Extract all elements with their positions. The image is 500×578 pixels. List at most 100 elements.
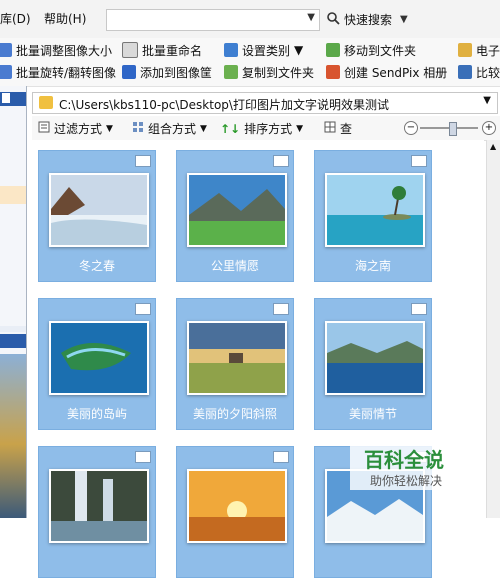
move-to-folder-button[interactable]: 移动到文件夹 bbox=[326, 41, 416, 59]
pin-icon[interactable] bbox=[2, 93, 10, 103]
sendpix-icon bbox=[326, 65, 340, 79]
scroll-up-icon[interactable]: ▲ bbox=[490, 142, 496, 151]
set-category-button[interactable]: 设置类别 ▼ bbox=[224, 41, 303, 59]
zoom-slider-thumb[interactable] bbox=[448, 122, 457, 136]
left-panel bbox=[0, 86, 27, 518]
move-to-folder-label: 移动到文件夹 bbox=[344, 43, 417, 58]
thumbnail-caption: 冬之春 bbox=[78, 259, 115, 273]
image-type-icon bbox=[135, 451, 151, 463]
thumbnail-caption: 美丽的夕阳斜照 bbox=[192, 407, 277, 421]
batch-rename-button[interactable]: 批量重命名 bbox=[122, 41, 202, 59]
menu-help[interactable]: 帮助(H) bbox=[44, 10, 86, 27]
watermark-subtitle: 助你轻松解决 bbox=[370, 474, 443, 488]
filter-icon bbox=[38, 121, 50, 136]
sort-button[interactable]: ↑↓ 排序方式 ▼ bbox=[220, 120, 303, 137]
resize-icon bbox=[0, 43, 12, 57]
image-type-icon bbox=[273, 155, 289, 167]
view-toolbar: 过滤方式 ▼ 组合方式 ▼ ↑↓ 排序方式 ▼ 查 − + bbox=[32, 116, 500, 141]
rotate-flip-button[interactable]: 批量旋转/翻转图像 bbox=[0, 63, 116, 81]
sort-icon: ↑↓ bbox=[220, 121, 241, 136]
view-button[interactable]: 查 bbox=[324, 120, 352, 137]
chevron-down-icon: ▼ bbox=[294, 43, 304, 57]
basket-icon bbox=[122, 65, 136, 79]
thumbnail-tile[interactable]: 美丽的夕阳斜照 bbox=[176, 298, 294, 430]
view-icon bbox=[324, 121, 336, 136]
rename-icon bbox=[122, 42, 138, 58]
resize-images-button[interactable]: 批量调整图像大小 bbox=[0, 41, 112, 59]
resize-images-label: 批量调整图像大小 bbox=[16, 43, 113, 58]
rotate-icon bbox=[0, 65, 12, 79]
image-type-icon bbox=[135, 303, 151, 315]
thumbnail-image bbox=[49, 321, 149, 395]
chevron-down-icon: ▼ bbox=[200, 123, 207, 134]
path-bar[interactable]: C:\Users\kbs110-pc\Desktop\打印图片加文字说明效果测试… bbox=[32, 92, 498, 114]
thumbnail-image bbox=[325, 321, 425, 395]
chevron-down-icon[interactable]: ▼ bbox=[483, 95, 491, 106]
create-album-label: 创建 SendPix 相册 bbox=[344, 65, 448, 80]
thumbnail-image bbox=[187, 321, 287, 395]
thumbnail-image bbox=[187, 469, 287, 543]
thumbnail-image bbox=[325, 173, 425, 247]
move-icon bbox=[326, 43, 340, 57]
quick-search-button[interactable]: 快速搜索 ▼ bbox=[326, 9, 408, 29]
image-type-icon bbox=[411, 303, 427, 315]
preview-panel bbox=[0, 332, 26, 518]
image-type-icon bbox=[135, 155, 151, 167]
ebook-button[interactable]: 电子 bbox=[458, 41, 500, 59]
thumbnail-tile[interactable]: 美丽的岛屿 bbox=[38, 298, 156, 430]
zoom-in-icon[interactable]: + bbox=[482, 121, 496, 135]
thumbnail-tile[interactable]: 美丽情节 bbox=[314, 298, 432, 430]
copy-to-folder-label: 复制到文件夹 bbox=[242, 65, 315, 80]
quick-search-label: 快速搜索 bbox=[344, 12, 393, 27]
search-icon bbox=[326, 11, 340, 28]
create-album-button[interactable]: 创建 SendPix 相册 bbox=[326, 63, 447, 81]
chevron-down-icon: ▼ bbox=[296, 123, 304, 134]
thumbnail-tile[interactable] bbox=[176, 446, 294, 578]
thumbnail-image bbox=[49, 173, 149, 247]
filter-button[interactable]: 过滤方式 ▼ bbox=[38, 120, 113, 137]
selected-folder-highlight[interactable] bbox=[0, 186, 26, 204]
compare-button[interactable]: 比较 bbox=[458, 63, 500, 81]
group-button[interactable]: 组合方式 ▼ bbox=[132, 120, 207, 137]
menu-library[interactable]: 库(D) bbox=[0, 10, 31, 27]
add-to-basket-button[interactable]: 添加到图像筐 bbox=[122, 63, 212, 81]
thumbnail-tile[interactable]: 海之南 bbox=[314, 150, 432, 282]
compare-icon bbox=[458, 65, 472, 79]
thumbnail-caption: 海之南 bbox=[354, 259, 391, 273]
thumbnail-caption: 美丽情节 bbox=[348, 407, 397, 421]
menubar: 库(D) 帮助(H) ▼ 快速搜索 ▼ bbox=[0, 0, 500, 39]
image-type-icon bbox=[411, 155, 427, 167]
add-to-basket-label: 添加到图像筐 bbox=[140, 65, 213, 80]
panel-header bbox=[0, 334, 26, 348]
zoom-control: − + bbox=[404, 121, 496, 136]
zoom-out-icon[interactable]: − bbox=[404, 121, 418, 135]
compare-label: 比较 bbox=[476, 65, 500, 80]
chevron-down-icon: ▼ bbox=[106, 123, 113, 134]
thumbnail-caption: 美丽的岛屿 bbox=[66, 407, 127, 421]
thumbnail-tile[interactable]: 冬之春 bbox=[38, 150, 156, 282]
copy-icon bbox=[224, 65, 238, 79]
group-icon bbox=[132, 121, 144, 136]
thumbnail-tile[interactable] bbox=[38, 446, 156, 578]
toolbar: 批量调整图像大小 批量重命名 设置类别 ▼ 移动到文件夹 电子 批量旋转/翻转图… bbox=[0, 38, 500, 87]
search-field[interactable]: ▼ bbox=[106, 9, 320, 31]
thumbnail-image bbox=[187, 173, 287, 247]
folder-panel bbox=[0, 86, 26, 326]
group-label: 组合方式 bbox=[148, 122, 197, 136]
watermark-title: 百科全说 bbox=[364, 448, 444, 472]
preview-image bbox=[0, 354, 26, 518]
copy-to-folder-button[interactable]: 复制到文件夹 bbox=[224, 63, 314, 81]
set-category-label: 设置类别 bbox=[242, 43, 291, 58]
search-dropdown-icon[interactable]: ▼ bbox=[307, 12, 315, 23]
vertical-scrollbar[interactable]: ▲ bbox=[486, 140, 500, 518]
thumbnail-caption: 公里情愿 bbox=[210, 259, 259, 273]
mail-icon bbox=[458, 43, 472, 57]
path-text: C:\Users\kbs110-pc\Desktop\打印图片加文字说明效果测试 bbox=[59, 98, 389, 112]
view-label: 查 bbox=[340, 122, 353, 136]
ebook-label: 电子 bbox=[476, 43, 500, 58]
image-type-icon bbox=[273, 303, 289, 315]
thumbnail-tile[interactable]: 公里情愿 bbox=[176, 150, 294, 282]
watermark-logo: 百科全说 助你轻松解决 bbox=[350, 440, 460, 490]
thumbnail-image bbox=[49, 469, 149, 543]
category-icon bbox=[224, 43, 238, 57]
